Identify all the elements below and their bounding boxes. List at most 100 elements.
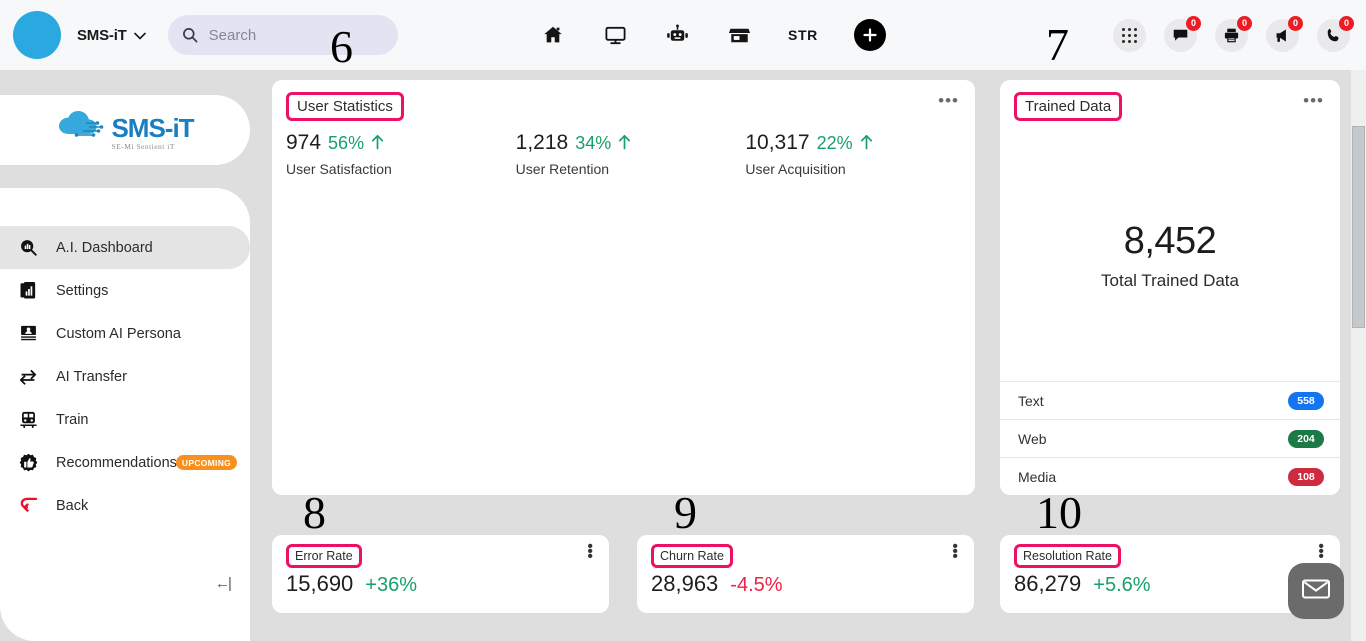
sidebar-item-recommendations[interactable]: Recommendations UPCOMING [0, 441, 250, 484]
resolution-rate-menu-icon[interactable]: • • • [1318, 539, 1324, 565]
metric-user-satisfaction: 974 56% User Satisfaction [286, 131, 516, 177]
churn-rate-title: Churn Rate [651, 544, 733, 568]
printer-button[interactable]: 0 [1215, 15, 1252, 52]
sidebar-item-label: Custom AI Persona [56, 325, 181, 342]
metric-label: User Acquisition [745, 161, 846, 177]
chat-button[interactable]: 0 [1164, 15, 1201, 52]
sidebar-item-back[interactable]: Back [0, 484, 250, 527]
dashboard-page: SMS-iT Search STR 0 0 0 0 SMS-iT SE-Mi S… [0, 0, 1366, 641]
trained-data-total: 8,452 Total Trained Data [1000, 220, 1340, 291]
phone-button[interactable]: 0 [1317, 15, 1354, 52]
mail-chat-button[interactable] [1288, 563, 1344, 619]
sidebar-logo-subtitle: SE-Mi Sentient iT [111, 141, 175, 151]
sidebar-logo-title: SMS-iT [111, 112, 194, 143]
sidebar-item-label: Back [56, 497, 89, 514]
metric-value: 10,317 [745, 131, 810, 154]
user-statistics-menu-icon[interactable]: ••• [938, 92, 959, 109]
resolution-rate-delta: +5.6% [1093, 574, 1151, 596]
churn-rate-delta: -4.5% [730, 574, 783, 596]
search-chart-icon [14, 238, 42, 257]
sidebar-collapse-button[interactable]: ←| [215, 575, 232, 592]
metric-value: 974 [286, 131, 322, 154]
top-right-actions: 0 0 0 0 [1113, 0, 1354, 70]
trained-data-title: Trained Data [1014, 92, 1123, 121]
resolution-rate-title: Resolution Rate [1014, 544, 1121, 568]
sidebar-item-label: AI Transfer [56, 368, 127, 385]
search-placeholder: Search [208, 26, 257, 44]
announcement-button[interactable]: 0 [1266, 15, 1303, 52]
list-item-count-badge: 558 [1288, 391, 1324, 410]
sidebar-item-label: A.I. Dashboard [56, 239, 153, 256]
brand-name[interactable]: SMS-iT [77, 27, 127, 44]
list-item[interactable]: Web 204 [1000, 419, 1340, 457]
trend-up-icon [618, 134, 631, 153]
list-item-label: Media [1018, 468, 1057, 485]
store-icon[interactable] [726, 22, 752, 48]
sidebar-menu: A.I. Dashboard Settings Custom AI Person… [0, 188, 250, 641]
id-card-icon [14, 324, 42, 343]
error-rate-menu-icon[interactable]: • • • [587, 539, 593, 565]
metric-percent: 22% [816, 132, 853, 153]
back-arrow-icon [14, 496, 42, 515]
annotation-number-9: 9 [674, 487, 697, 538]
metric-user-acquisition: 10,317 22% User Acquisition [745, 131, 975, 177]
chat-badge: 0 [1186, 15, 1201, 31]
cloud-logo-icon [56, 110, 108, 147]
brand-avatar[interactable] [13, 11, 61, 59]
list-item-count-badge: 108 [1288, 467, 1324, 486]
list-item[interactable]: Text 558 [1000, 381, 1340, 419]
metric-value: 1,218 [515, 131, 569, 154]
trend-up-icon [860, 134, 873, 153]
top-navigation-bar: SMS-iT Search STR 0 0 0 0 [0, 0, 1366, 70]
error-rate-title: Error Rate [286, 544, 362, 568]
sidebar-item-label: Recommendations [56, 454, 177, 471]
trained-data-breakdown-list: Text 558 Web 204 Media 108 [1000, 381, 1340, 495]
sidebar-item-label: Settings [56, 282, 109, 299]
error-rate-value: 15,690 [286, 571, 354, 596]
printer-badge: 0 [1237, 15, 1252, 31]
robot-icon[interactable] [664, 22, 690, 48]
metric-label: User Satisfaction [286, 161, 392, 177]
sidebar-item-ai-dashboard[interactable]: A.I. Dashboard [0, 226, 250, 269]
train-icon [14, 410, 42, 429]
trained-data-total-value: 8,452 [1123, 220, 1217, 262]
str-nav-label[interactable]: STR [788, 27, 818, 43]
report-icon [14, 281, 42, 300]
home-icon[interactable] [540, 22, 566, 48]
announcement-badge: 0 [1288, 15, 1303, 31]
sidebar-item-settings[interactable]: Settings [0, 269, 250, 312]
monitor-icon[interactable] [602, 22, 628, 48]
page-scrollbar-thumb[interactable] [1352, 126, 1365, 328]
trained-data-total-label: Total Trained Data [1101, 271, 1239, 290]
sidebar-item-custom-ai-persona[interactable]: Custom AI Persona [0, 312, 250, 355]
metric-user-retention: 1,218 34% User Retention [516, 131, 746, 177]
resolution-rate-value: 86,279 [1014, 571, 1082, 596]
thumbs-up-icon [14, 453, 42, 472]
trained-data-menu-icon[interactable]: ••• [1303, 92, 1324, 109]
trend-up-icon [371, 134, 384, 153]
metric-percent: 56% [328, 132, 365, 153]
add-button[interactable] [853, 19, 886, 51]
list-item-label: Text [1018, 392, 1044, 409]
sidebar-logo[interactable]: SMS-iT SE-Mi Sentient iT [0, 95, 250, 165]
user-statistics-title: User Statistics [286, 92, 404, 121]
churn-rate-menu-icon[interactable]: • • • [952, 539, 958, 565]
primary-nav-icons: STR [540, 0, 886, 70]
user-statistics-card: User Statistics ••• 974 56% User Satisfa… [272, 80, 975, 495]
churn-rate-card: Churn Rate • • • 28,963 -4.5% [637, 535, 974, 613]
apps-grid-button[interactable] [1113, 18, 1146, 52]
sidebar-item-label: Train [56, 411, 89, 428]
annotation-number-8: 8 [303, 487, 326, 538]
sidebar-item-ai-transfer[interactable]: AI Transfer [0, 355, 250, 398]
transfer-arrows-icon [14, 367, 42, 387]
annotation-number-6: 6 [330, 21, 353, 72]
annotation-number-10: 10 [1036, 487, 1082, 538]
apps-grid-icon[interactable] [1113, 18, 1146, 52]
list-item-label: Web [1018, 430, 1047, 447]
search-icon [182, 27, 198, 43]
list-item-count-badge: 204 [1288, 429, 1324, 448]
annotation-number-7: 7 [1046, 19, 1069, 70]
sidebar-item-train[interactable]: Train [0, 398, 250, 441]
chevron-down-icon[interactable] [133, 29, 146, 42]
search-input[interactable]: Search [167, 15, 398, 55]
